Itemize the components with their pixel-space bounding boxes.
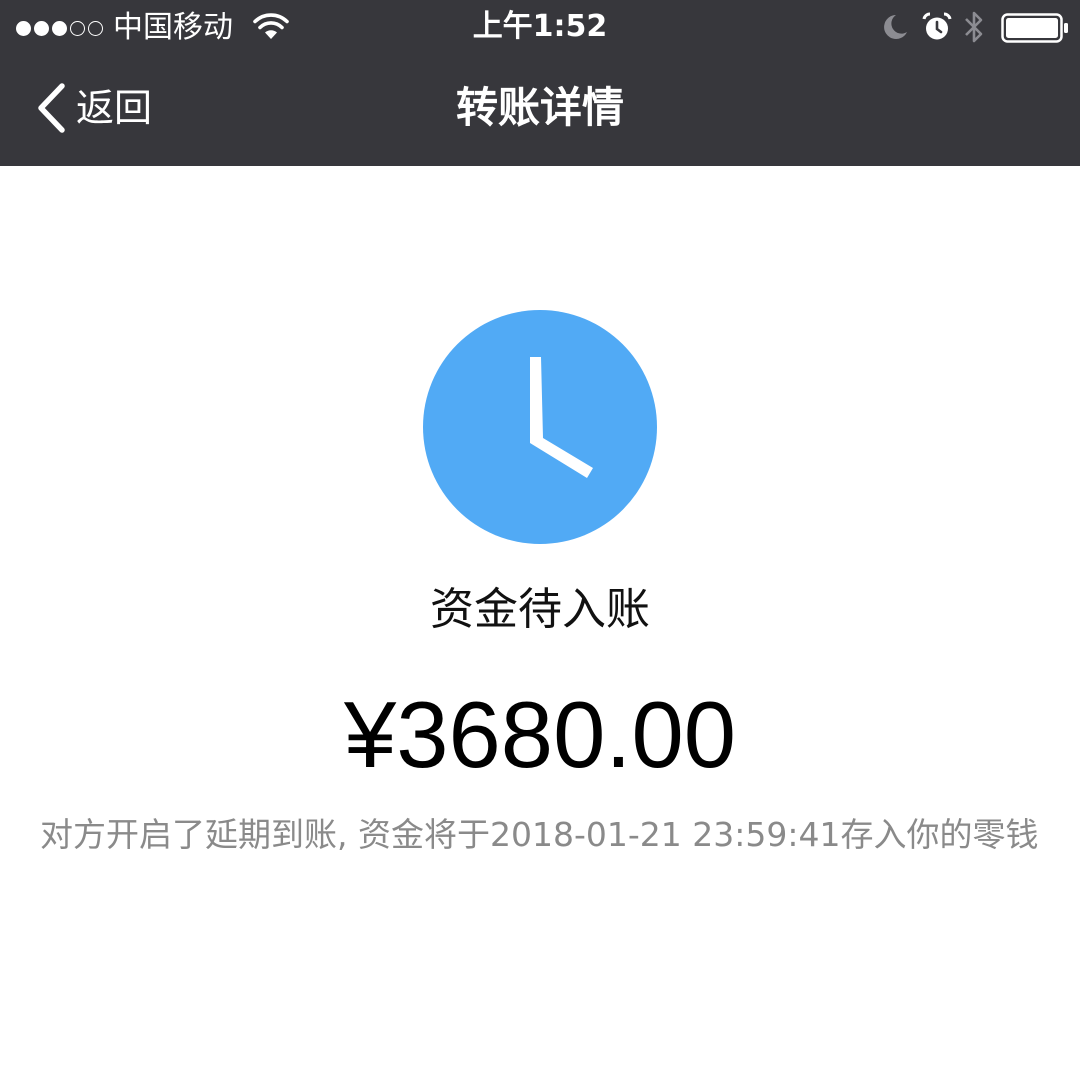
alarm-clock-icon [922,12,952,40]
transfer-detail-screen: 中国移动 上午1:52 返回 转账详情 资金待入账 ¥3680.00 对方开启了… [0,0,1080,1080]
transfer-amount: ¥3680.00 [343,682,737,787]
top-bar: 中国移动 上午1:52 返回 转账详情 [0,0,1080,166]
transfer-status-text: 资金待入账 [430,584,650,635]
delay-notice-text: 对方开启了延期到账, 资金将于2018-01-21 23:59:41存入你的零钱 [40,815,1039,854]
do-not-disturb-moon-icon [884,15,907,39]
navigation-bar: 返回 转账详情 [0,56,1080,166]
bluetooth-icon [965,11,983,43]
clock-icon [423,310,657,544]
status-time: 上午1:52 [472,9,608,44]
battery-icon [1001,13,1068,43]
status-bar: 中国移动 上午1:52 [0,0,1080,56]
page-title: 转账详情 [455,83,624,132]
